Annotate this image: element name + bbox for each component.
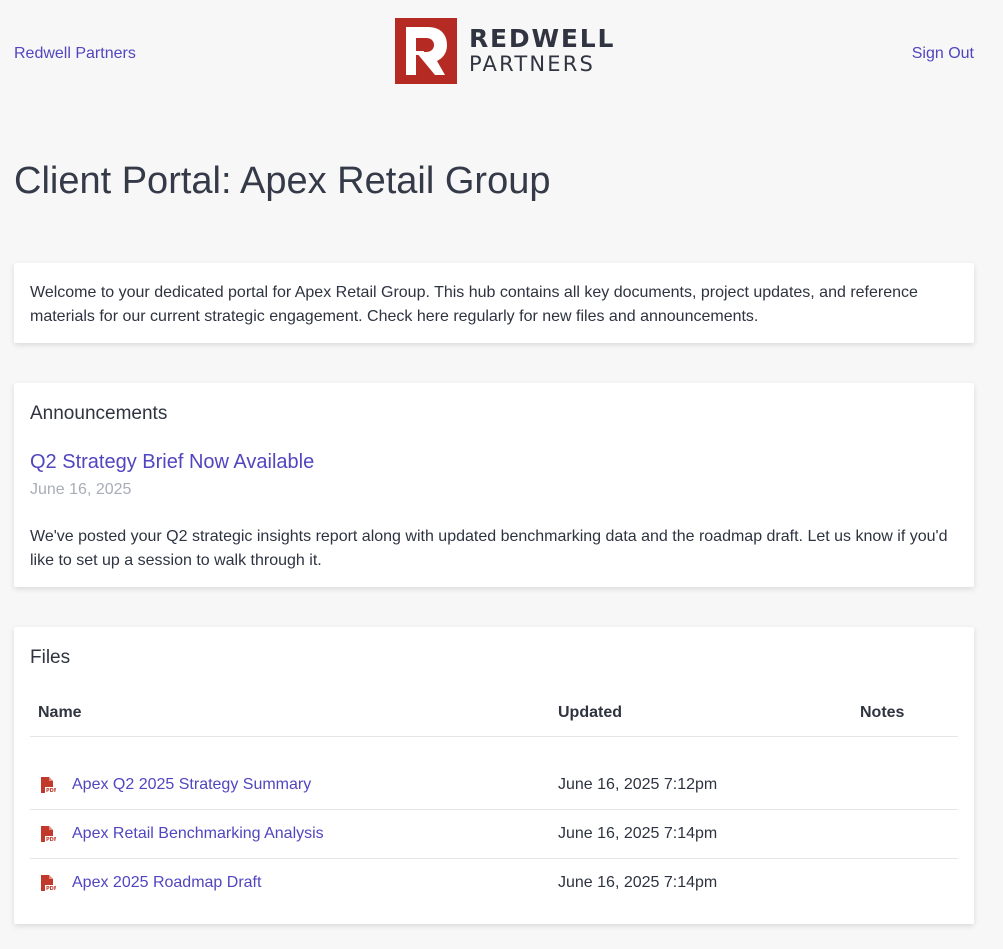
file-notes-cell xyxy=(852,761,958,810)
svg-text:PDF: PDF xyxy=(46,837,56,843)
file-updated-cell: June 16, 2025 7:14pm xyxy=(550,809,852,859)
pdf-icon: PDF xyxy=(41,777,56,794)
logo-wordmark: REDWELL PARTNERS xyxy=(469,25,615,77)
pdf-icon: PDF xyxy=(41,826,56,843)
svg-text:PDF: PDF xyxy=(46,886,56,892)
announcement-body: We've posted your Q2 strategic insights … xyxy=(30,528,948,569)
files-table: Name Updated Notes PDF Apex Q2 2025 Stra… xyxy=(30,692,958,907)
site-header: Redwell Partners REDWELL PARTNERS Sign O… xyxy=(0,0,1003,110)
redwell-logo-icon xyxy=(395,18,457,84)
file-updated-cell: June 16, 2025 7:12pm xyxy=(550,761,852,810)
home-link[interactable]: Redwell Partners xyxy=(14,44,136,64)
column-header-notes: Notes xyxy=(852,692,958,737)
sign-out-link[interactable]: Sign Out xyxy=(912,44,974,64)
file-notes-cell xyxy=(852,809,958,859)
logo-line2: PARTNERS xyxy=(469,52,596,76)
file-name-cell: PDF Apex Retail Benchmarking Analysis xyxy=(30,809,550,859)
files-card: Files Name Updated Notes PDF Apex Q2 202… xyxy=(14,627,974,924)
welcome-text: Welcome to your dedicated portal for Ape… xyxy=(30,284,918,325)
announcement-date: June 16, 2025 xyxy=(30,481,132,498)
file-link[interactable]: Apex Q2 2025 Strategy Summary xyxy=(72,775,311,795)
file-name-cell: PDF Apex Q2 2025 Strategy Summary xyxy=(30,761,550,810)
files-table-header-row: Name Updated Notes xyxy=(30,692,958,737)
column-header-name: Name xyxy=(30,692,550,737)
table-spacer xyxy=(30,737,958,762)
welcome-card: Welcome to your dedicated portal for Ape… xyxy=(14,263,974,343)
announcements-card: Announcements Q2 Strategy Brief Now Avai… xyxy=(14,383,974,587)
page-title: Client Portal: Apex Retail Group xyxy=(14,160,551,202)
file-notes-cell xyxy=(852,859,958,908)
table-row: PDF Apex Q2 2025 Strategy Summary June 1… xyxy=(30,761,958,810)
announcements-heading: Announcements xyxy=(30,403,168,424)
file-name-cell: PDF Apex 2025 Roadmap Draft xyxy=(30,859,550,908)
file-updated-cell: June 16, 2025 7:14pm xyxy=(558,874,718,891)
logo[interactable]: REDWELL PARTNERS xyxy=(395,18,615,84)
announcement-title-link[interactable]: Q2 Strategy Brief Now Available xyxy=(30,449,958,475)
files-heading: Files xyxy=(30,647,71,668)
logo-line1: REDWELL xyxy=(469,24,616,53)
file-link[interactable]: Apex Retail Benchmarking Analysis xyxy=(72,824,324,844)
column-header-updated: Updated xyxy=(550,692,852,737)
table-row: PDF Apex 2025 Roadmap Draft June 16, 202… xyxy=(30,859,958,908)
pdf-icon: PDF xyxy=(41,875,56,892)
table-row: PDF Apex Retail Benchmarking Analysis Ju… xyxy=(30,809,958,859)
file-link[interactable]: Apex 2025 Roadmap Draft xyxy=(72,873,261,893)
svg-text:PDF: PDF xyxy=(46,788,56,794)
